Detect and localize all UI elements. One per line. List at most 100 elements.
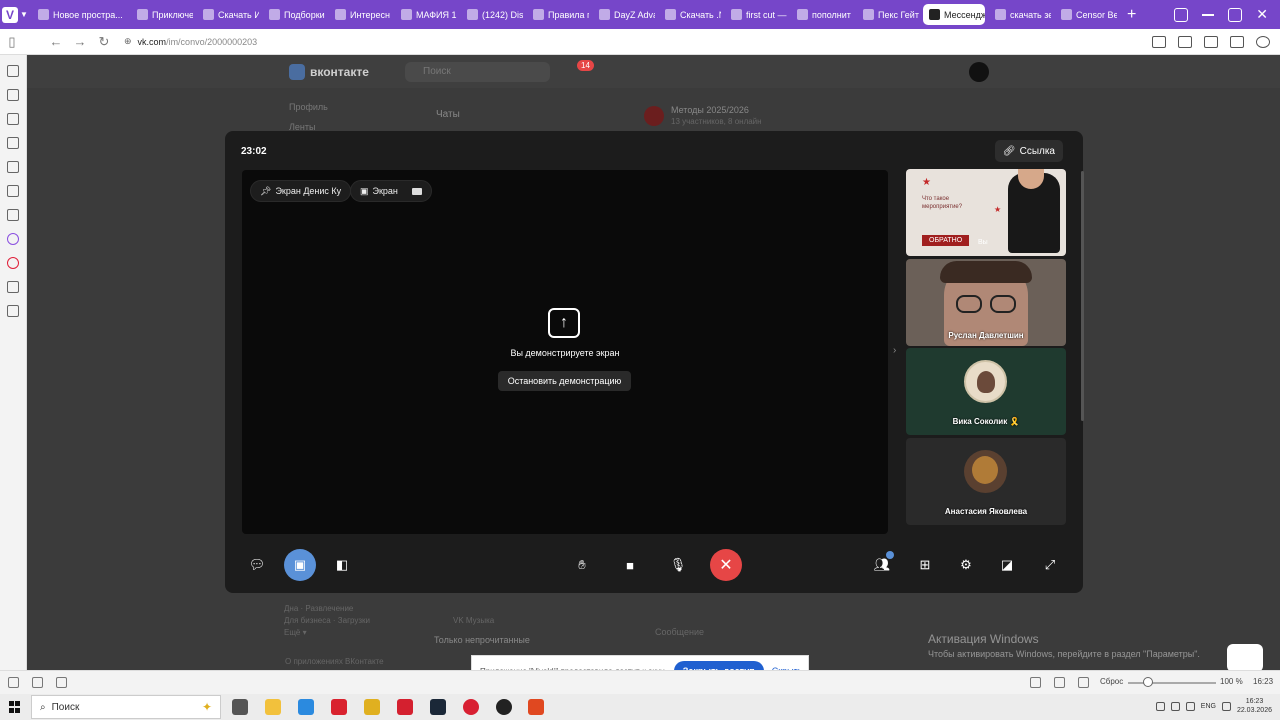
steam-icon[interactable] (430, 699, 446, 715)
chat-button[interactable]: 💬︎ (241, 549, 273, 581)
bookmark-icon[interactable] (1178, 35, 1192, 48)
volume-icon[interactable] (1185, 701, 1195, 711)
browser-tab[interactable]: пополнит (791, 4, 853, 25)
participant-tile[interactable]: Вика Соколик 🎗️ (906, 348, 1066, 435)
participants-button[interactable]: 👥︎ (866, 549, 898, 581)
taskbar-clock[interactable]: 16:23 22.03.2026 (1237, 697, 1272, 715)
task-view-icon[interactable] (232, 699, 248, 715)
participants-list[interactable]: ★ ★ Что такое мероприятие? ОБРАТНО Вы Ру… (906, 169, 1066, 537)
edge-icon[interactable] (298, 699, 314, 715)
windows-start-icon[interactable] (9, 701, 21, 713)
app-yellow-icon[interactable] (364, 699, 380, 715)
minimize-icon[interactable] (1202, 13, 1215, 16)
notifications-badge[interactable]: 14 (577, 60, 594, 71)
zoom-slider[interactable] (1128, 682, 1216, 684)
browser-tab[interactable]: Новое простра... (32, 4, 127, 25)
settings-button[interactable]: ⚙︎ (950, 549, 982, 581)
taskbar-search[interactable]: ⌕ Поиск ✦ (31, 695, 221, 719)
extensions-icon[interactable] (1204, 35, 1218, 48)
participant-tile-ad[interactable]: ★ ★ Что такое мероприятие? ОБРАТНО Вы (906, 169, 1066, 256)
camera-icon[interactable] (411, 187, 422, 195)
reload-icon[interactable]: ↻ (92, 34, 116, 50)
camera-button[interactable]: ■ (614, 549, 646, 581)
browser-tab[interactable]: Скачать .N (659, 4, 721, 25)
history-panel-icon[interactable] (7, 113, 19, 125)
file-explorer-icon[interactable] (265, 699, 281, 715)
profile-icon[interactable] (1256, 35, 1270, 48)
collapse-participants-icon[interactable]: › (893, 345, 896, 356)
end-call-button[interactable]: ✕ (710, 549, 742, 581)
browser-tab[interactable]: Мессендж (923, 4, 985, 25)
vk-search-input[interactable]: Поиск (405, 62, 550, 82)
footer-apps-link[interactable]: О приложениях ВКонтакте (285, 657, 384, 666)
stop-sharing-button[interactable]: Остановить демонстрацию (498, 371, 631, 391)
browser-tab[interactable]: Приключе (131, 4, 193, 25)
microphone-button[interactable]: 🎙︎ (662, 549, 694, 581)
forward-icon[interactable]: → (68, 34, 92, 49)
browser-tab[interactable]: Правила п (527, 4, 589, 25)
back-icon[interactable]: ← (44, 34, 68, 49)
downloads-panel-icon[interactable] (7, 89, 19, 101)
screen-share-button[interactable]: ▣ (284, 549, 316, 581)
menu-item-profile[interactable]: Профиль (289, 97, 328, 117)
cloud-sync-icon[interactable] (56, 677, 67, 688)
language-indicator[interactable]: ENG (1201, 703, 1216, 710)
browser-tab[interactable]: first cut — (725, 4, 787, 25)
vk-user-avatar[interactable] (969, 62, 989, 82)
bookmarks-panel-icon[interactable] (7, 65, 19, 77)
capture-icon[interactable] (1030, 677, 1041, 688)
messenger-panel-icon[interactable] (7, 233, 19, 245)
unread-only-toggle[interactable]: Только непрочитанные (434, 635, 530, 645)
screen-source-chip[interactable]: ▣ Экран (350, 180, 432, 202)
browser-tab[interactable]: DayZ Adva (593, 4, 655, 25)
chat-float-button[interactable] (1227, 644, 1263, 672)
footer-link-business[interactable]: Для бизнеса · Загрузки (284, 616, 370, 625)
new-tab-button[interactable]: + (1127, 6, 1136, 24)
app-red-icon[interactable] (463, 699, 479, 715)
calendar-icon[interactable] (1230, 35, 1244, 48)
add-panel-icon[interactable] (7, 305, 19, 317)
maximize-icon[interactable] (1228, 7, 1243, 22)
zoom-reset-button[interactable]: Сброс (1100, 677, 1123, 686)
vk-logo[interactable]: вконтакте (289, 64, 369, 80)
zoom-slider-handle[interactable] (1143, 677, 1153, 687)
layout-button[interactable]: ⊞ (909, 549, 941, 581)
panel-toggle-icon[interactable]: ▯ (0, 34, 24, 50)
browser-tab[interactable]: Подборки (263, 4, 325, 25)
tile-tabs-icon[interactable] (32, 677, 43, 688)
participant-tile[interactable]: Руслан Давлетшин (906, 259, 1066, 346)
url-field[interactable]: ⊕ vk.com/im/convo/2000000203 (124, 36, 257, 47)
raise-hand-button[interactable]: ✋︎ (566, 549, 598, 581)
translate-panel-icon[interactable] (7, 161, 19, 173)
notes-panel-icon[interactable] (7, 137, 19, 149)
close-window-icon[interactable]: ✕ (1256, 6, 1268, 23)
battery-icon[interactable] (1221, 701, 1231, 711)
browser-tab[interactable]: Интересн (329, 4, 391, 25)
tiling-icon[interactable] (1054, 677, 1065, 688)
footer-link-fun[interactable]: Дна · Развлечение (284, 604, 353, 613)
vivaldi-taskbar-icon[interactable] (397, 699, 413, 715)
fullscreen-button[interactable]: ⤢ (1034, 549, 1066, 581)
window-panel-icon[interactable] (7, 209, 19, 221)
reading-list-panel-icon[interactable] (7, 185, 19, 197)
app-dark-icon[interactable] (496, 699, 512, 715)
call-link-button[interactable]: 🔗︎ Ссылка (994, 140, 1063, 162)
chat-item-vk-music[interactable]: VK Музыка (453, 616, 494, 625)
browser-tab[interactable]: МАФИЯ 1 (395, 4, 457, 25)
app-w-icon[interactable] (331, 699, 347, 715)
network-icon[interactable] (1170, 701, 1180, 711)
participant-tile[interactable]: Анастасия Яковлева (906, 438, 1066, 525)
browser-tab[interactable]: скачать зе (989, 4, 1051, 25)
picture-in-picture-button[interactable]: ◪ (991, 549, 1023, 581)
page-actions-icon[interactable] (1078, 677, 1089, 688)
panel-toggle-icon[interactable] (8, 677, 19, 688)
tray-chevron-icon[interactable] (1155, 701, 1165, 711)
browser-tab[interactable]: Скачать И (197, 4, 259, 25)
browser-tab[interactable]: (1242) Disc (461, 4, 523, 25)
footer-link-more[interactable]: Ещё ▾ (284, 628, 307, 637)
app-orange-icon[interactable] (528, 699, 544, 715)
browser-tab[interactable]: Пекс Гейт (857, 4, 919, 25)
browser-tab[interactable]: Censor Bes (1055, 4, 1117, 25)
vivaldi-social-panel-icon[interactable] (7, 257, 19, 269)
participants-scrollbar[interactable] (1081, 171, 1084, 421)
